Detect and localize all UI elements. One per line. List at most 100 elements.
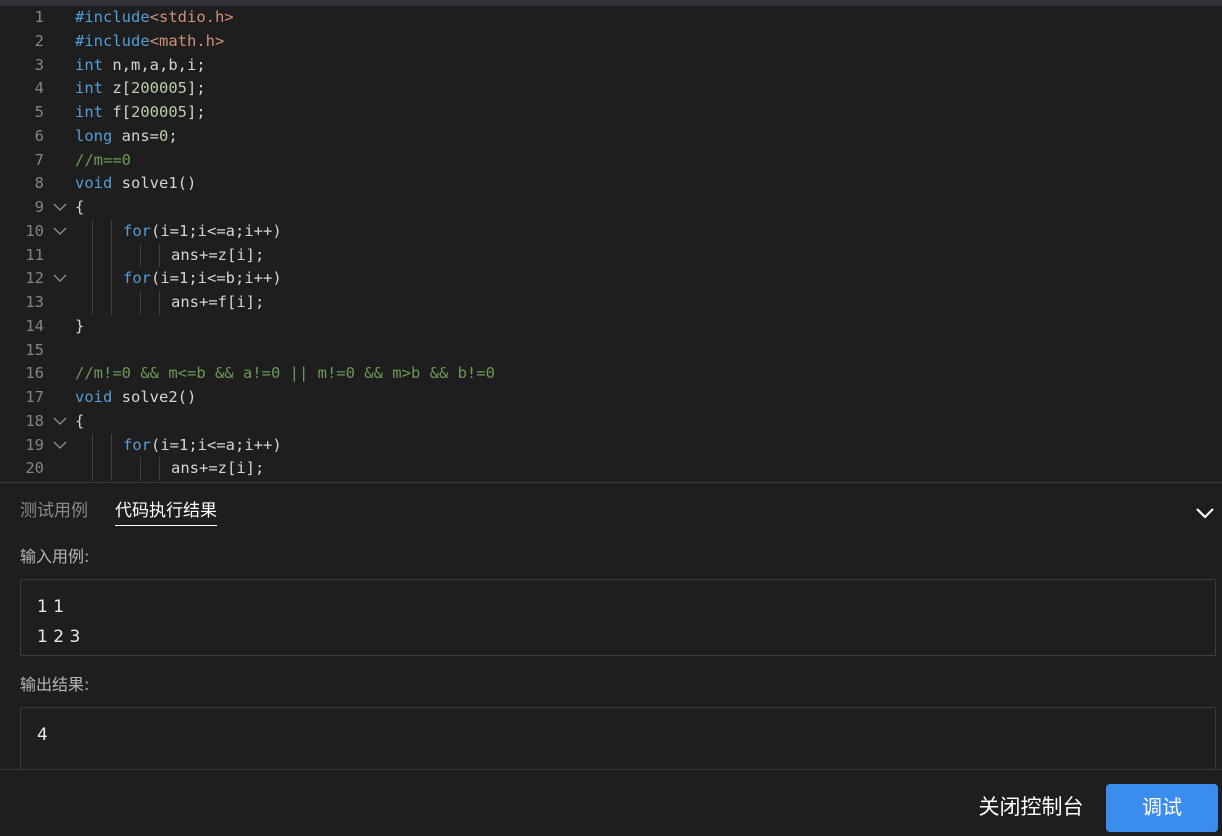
code-line[interactable]: 13 ans+=f[i];	[0, 291, 1222, 315]
code-line[interactable]: 7 //m==0	[0, 149, 1222, 173]
fold-chevron-icon[interactable]	[53, 267, 69, 291]
code-token: 200005	[131, 103, 187, 121]
line-number: 1	[34, 8, 44, 26]
code-text: int n,m,a,b,i;	[75, 54, 206, 78]
code-token: solve1()	[112, 174, 197, 193]
footer-bar: 关闭控制台 调试	[0, 769, 1222, 836]
code-text: {	[75, 196, 84, 220]
code-line[interactable]: 11 ans+=z[i];	[0, 243, 1222, 268]
code-editor[interactable]: 1 #include<stdio.h> 2 #include<math.h> 3 int …	[0, 6, 1222, 482]
code-line[interactable]: 12 for(i=1;i<=b;i++)	[0, 267, 1222, 291]
code-text: {	[75, 410, 84, 434]
code-token: ];	[187, 103, 206, 121]
line-number: 5	[34, 103, 44, 121]
indent-guide	[92, 433, 93, 458]
tab-test-cases[interactable]: 测试用例	[20, 497, 88, 525]
code-token: int	[75, 103, 103, 121]
line-number: 10	[25, 221, 44, 240]
code-line[interactable]: 6 long ans=0;	[0, 125, 1222, 149]
code-token: for	[123, 221, 151, 240]
line-number: 14	[25, 316, 44, 335]
code-text: for(i=1;i<=a;i++)	[123, 220, 282, 244]
code-token: {	[75, 411, 85, 430]
code-token: //m==0	[75, 150, 131, 169]
code-line[interactable]: 14}	[0, 315, 1222, 339]
code-token: <stdio.h>	[149, 8, 234, 26]
code-text: for(i=1;i<=a;i++)	[123, 434, 282, 458]
output-result-box: 4	[20, 707, 1216, 777]
code-text: void solve1()	[75, 172, 196, 196]
code-text: for(i=1;i<=b;i++)	[123, 267, 282, 291]
code-text: ans+=z[i];	[171, 244, 264, 268]
code-token: ];	[187, 79, 206, 98]
code-token: int	[75, 79, 103, 98]
close-console-button[interactable]: 关闭控制台	[968, 790, 1094, 826]
code-line[interactable]: 9{	[0, 196, 1222, 220]
code-text: void solve2()	[75, 386, 196, 410]
code-token: ans=	[112, 126, 159, 145]
console-panel: 测试用例 代码执行结果 输入用例: 1 1 1 2 3 输出结果: 4	[0, 482, 1222, 777]
line-number: 16	[25, 364, 44, 383]
code-token: }	[75, 316, 85, 335]
indent-guide	[140, 243, 141, 268]
line-number: 2	[34, 31, 44, 50]
line-number: 18	[25, 411, 44, 430]
code-line[interactable]: 15	[0, 339, 1222, 363]
code-line[interactable]: 4 int z[200005];	[0, 77, 1222, 101]
indent-guide	[92, 457, 93, 481]
code-token: //m!=0 && m<=b && a!=0 || m!=0 && m>b &&…	[75, 364, 495, 383]
code-line[interactable]: 2 #include<math.h>	[0, 30, 1222, 54]
code-text: ans+=f[i];	[171, 291, 264, 315]
code-token: z[	[103, 79, 131, 98]
tab-execution-result[interactable]: 代码执行结果	[115, 497, 217, 526]
code-token: ;	[168, 126, 178, 145]
line-number: 13	[25, 293, 44, 311]
code-token: {	[75, 198, 85, 216]
chevron-down-icon[interactable]	[1194, 503, 1216, 523]
indent-guide	[92, 243, 93, 268]
debug-button[interactable]: 调试	[1106, 784, 1218, 832]
code-line[interactable]: 8 void solve1()	[0, 172, 1222, 196]
line-number: 15	[25, 340, 44, 359]
indent-guide	[159, 291, 160, 315]
line-number: 17	[25, 388, 44, 406]
code-token: ans+=z[i];	[171, 245, 265, 264]
line-number: 3	[34, 55, 44, 74]
code-line[interactable]: 10 for(i=1;i<=a;i++)	[0, 219, 1222, 244]
code-line[interactable]: 20 ans+=z[i];	[0, 457, 1222, 481]
code-line[interactable]: 16 //m!=0 && m<=b && a!=0 || m!=0 && m>b …	[0, 362, 1222, 386]
code-token: n,m,a,b,i;	[103, 55, 206, 74]
code-line[interactable]: 3 int n,m,a,b,i;	[0, 54, 1222, 78]
line-number: 12	[25, 269, 44, 288]
indent-guide	[92, 291, 93, 315]
input-label: 输入用例:	[20, 547, 90, 566]
code-token: void	[75, 388, 113, 406]
code-text: long ans=0;	[75, 125, 178, 149]
code-token: <math.h>	[149, 31, 225, 50]
fold-chevron-icon[interactable]	[53, 220, 69, 244]
input-case-box[interactable]: 1 1 1 2 3	[20, 579, 1216, 656]
code-line[interactable]: 5 int f[200005];	[0, 101, 1222, 125]
code-token: (i=1;i<=b;i++)	[151, 269, 282, 288]
code-line[interactable]: 17 void solve2()	[0, 386, 1222, 410]
code-line[interactable]: 18 {	[0, 410, 1222, 434]
indent-guide	[111, 291, 112, 315]
code-line[interactable]: 19 for(i=1;i<=a;i++)	[0, 433, 1222, 458]
fold-chevron-icon[interactable]	[53, 410, 69, 434]
code-token: int	[75, 55, 103, 74]
code-token: ans+=f[i];	[171, 293, 265, 311]
indent-guide	[111, 219, 112, 244]
code-text: }	[75, 315, 84, 339]
fold-chevron-icon[interactable]	[53, 434, 69, 458]
code-text: ans+=z[i];	[171, 457, 264, 481]
fold-chevron-icon[interactable]	[53, 196, 69, 220]
indent-guide	[140, 291, 141, 315]
code-token: #include	[75, 31, 150, 50]
indent-guide	[111, 267, 112, 291]
line-number: 19	[25, 435, 44, 454]
code-token: void	[75, 174, 113, 193]
indent-guide	[92, 219, 93, 244]
code-token: solve2()	[112, 388, 197, 406]
indent-guide	[159, 457, 160, 481]
code-line[interactable]: 1 #include<stdio.h>	[0, 6, 1222, 30]
